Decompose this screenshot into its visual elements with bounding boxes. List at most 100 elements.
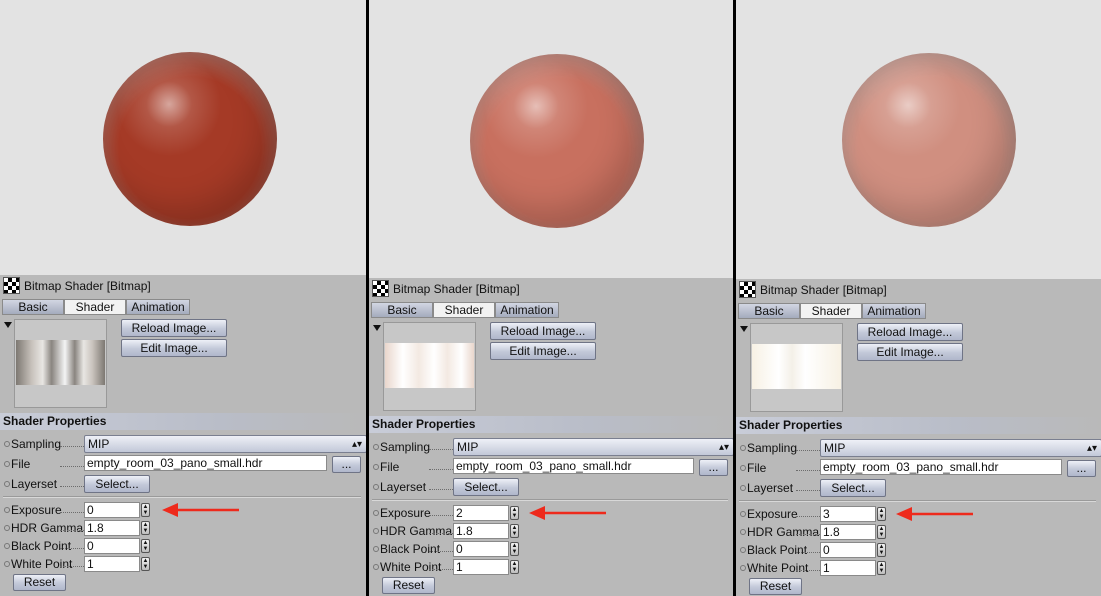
hdr-gamma-stepper[interactable]: ▲ ▼ xyxy=(877,525,886,539)
black-point-field[interactable]: 0 xyxy=(820,542,876,558)
hdr-gamma-label: HDR Gamma xyxy=(747,525,820,539)
black-point-label: Black Point xyxy=(747,543,808,557)
sampling-value: MIP xyxy=(457,440,479,454)
exposure-field[interactable]: 2 xyxy=(453,505,509,521)
reset-button[interactable]: Reset xyxy=(382,577,435,594)
hdr-thumbnail-image xyxy=(752,344,841,389)
browse-button[interactable]: ... xyxy=(332,456,361,473)
black-point-field[interactable]: 0 xyxy=(453,541,509,557)
reload-image-button[interactable]: Reload Image... xyxy=(857,323,963,341)
black-point-stepper[interactable]: ▲ ▼ xyxy=(510,542,519,556)
collapse-triangle-icon[interactable] xyxy=(373,325,381,331)
separator xyxy=(372,499,728,501)
hdr-gamma-row: HDR Gamma 1.8 ▲ ▼ xyxy=(736,523,1101,541)
bullet-icon xyxy=(740,529,746,535)
leader-dots xyxy=(60,566,84,567)
white-point-field[interactable]: 1 xyxy=(820,560,876,576)
browse-button[interactable]: ... xyxy=(1067,460,1096,477)
section-header: Shader Properties xyxy=(736,417,1101,434)
sampling-select[interactable]: MIP ▴▾ xyxy=(84,435,366,453)
separator xyxy=(739,500,1096,502)
sampling-select[interactable]: MIP ▴▾ xyxy=(453,438,733,456)
tab-shader[interactable]: Shader xyxy=(433,302,495,318)
browse-button[interactable]: ... xyxy=(699,459,728,476)
bullet-icon xyxy=(373,510,379,516)
exposure-field[interactable]: 0 xyxy=(84,502,140,518)
exposure-field[interactable]: 3 xyxy=(820,506,876,522)
exposure-label: Exposure xyxy=(11,503,62,517)
collapse-triangle-icon[interactable] xyxy=(740,326,748,332)
black-point-stepper[interactable]: ▲ ▼ xyxy=(877,543,886,557)
bullet-icon xyxy=(373,464,379,470)
updown-chevron-icon: ▴▾ xyxy=(1086,443,1097,454)
leader-dots xyxy=(796,470,820,471)
sampling-value: MIP xyxy=(824,441,846,455)
sampling-value: MIP xyxy=(88,437,110,451)
exposure-stepper[interactable]: ▲ ▼ xyxy=(877,507,886,521)
black-point-label: Black Point xyxy=(11,539,72,553)
tab-shader[interactable]: Shader xyxy=(64,299,126,315)
layerset-row: Layerset Select... xyxy=(0,475,366,493)
edit-image-button[interactable]: Edit Image... xyxy=(857,343,963,361)
section-header: Shader Properties xyxy=(0,413,366,430)
tab-basic[interactable]: Basic xyxy=(2,299,64,315)
tab-basic[interactable]: Basic xyxy=(738,303,800,319)
hdr-gamma-field[interactable]: 1.8 xyxy=(820,524,876,540)
leader-dots xyxy=(796,490,820,491)
arrow-head xyxy=(162,503,178,517)
leader-dots xyxy=(60,446,84,447)
render-viewport xyxy=(0,0,366,275)
edit-image-button[interactable]: Edit Image... xyxy=(490,342,596,360)
image-thumbnail-frame xyxy=(383,322,476,411)
hdr-gamma-stepper[interactable]: ▲ ▼ xyxy=(141,521,150,535)
file-path-field[interactable]: empty_room_03_pano_small.hdr xyxy=(453,458,694,474)
black-point-row: Black Point 0 ▲ ▼ xyxy=(369,540,733,558)
tab-basic[interactable]: Basic xyxy=(371,302,433,318)
arrow-head xyxy=(896,507,912,521)
black-point-field[interactable]: 0 xyxy=(84,538,140,554)
edit-image-button[interactable]: Edit Image... xyxy=(121,339,227,357)
leader-dots xyxy=(429,469,453,470)
leader-dots xyxy=(60,512,84,513)
sampling-select[interactable]: MIP ▴▾ xyxy=(820,439,1101,457)
leader-dots xyxy=(60,530,84,531)
sampling-label: Sampling xyxy=(380,440,431,454)
white-point-stepper[interactable]: ▲ ▼ xyxy=(877,561,886,575)
white-point-field[interactable]: 1 xyxy=(84,556,140,572)
reload-image-button[interactable]: Reload Image... xyxy=(490,322,596,340)
tab-animation[interactable]: Animation xyxy=(126,299,190,315)
layerset-select-button[interactable]: Select... xyxy=(453,478,519,496)
reset-button[interactable]: Reset xyxy=(749,578,802,595)
layerset-label: Layerset xyxy=(11,477,58,491)
shader-title: Bitmap Shader [Bitmap] xyxy=(24,279,151,293)
exposure-stepper[interactable]: ▲ ▼ xyxy=(141,503,150,517)
rendered-sphere xyxy=(842,53,1016,227)
white-point-stepper[interactable]: ▲ ▼ xyxy=(141,557,150,571)
hdr-gamma-field[interactable]: 1.8 xyxy=(84,520,140,536)
bullet-icon xyxy=(740,547,746,553)
image-thumbnail-frame xyxy=(14,319,107,408)
hdr-gamma-field[interactable]: 1.8 xyxy=(453,523,509,539)
hdr-gamma-stepper[interactable]: ▲ ▼ xyxy=(510,524,519,538)
black-point-stepper[interactable]: ▲ ▼ xyxy=(141,539,150,553)
layerset-select-button[interactable]: Select... xyxy=(84,475,150,493)
bullet-icon xyxy=(740,445,746,451)
tab-shader[interactable]: Shader xyxy=(800,303,862,319)
file-path-field[interactable]: empty_room_03_pano_small.hdr xyxy=(84,455,327,471)
white-point-row: White Point 1 ▲ ▼ xyxy=(369,558,733,576)
tab-animation[interactable]: Animation xyxy=(862,303,926,319)
sampling-row: Sampling MIP ▴▾ xyxy=(736,439,1101,457)
reset-button[interactable]: Reset xyxy=(13,574,66,591)
white-point-stepper[interactable]: ▲ ▼ xyxy=(510,560,519,574)
file-path-field[interactable]: empty_room_03_pano_small.hdr xyxy=(820,459,1062,475)
exposure-stepper[interactable]: ▲ ▼ xyxy=(510,506,519,520)
bitmap-shader-icon xyxy=(372,280,389,297)
bullet-icon xyxy=(740,565,746,571)
tab-animation[interactable]: Animation xyxy=(495,302,559,318)
layerset-select-button[interactable]: Select... xyxy=(820,479,886,497)
bullet-icon xyxy=(373,484,379,490)
white-point-field[interactable]: 1 xyxy=(453,559,509,575)
file-label: File xyxy=(11,457,31,471)
reload-image-button[interactable]: Reload Image... xyxy=(121,319,227,337)
collapse-triangle-icon[interactable] xyxy=(4,322,12,328)
